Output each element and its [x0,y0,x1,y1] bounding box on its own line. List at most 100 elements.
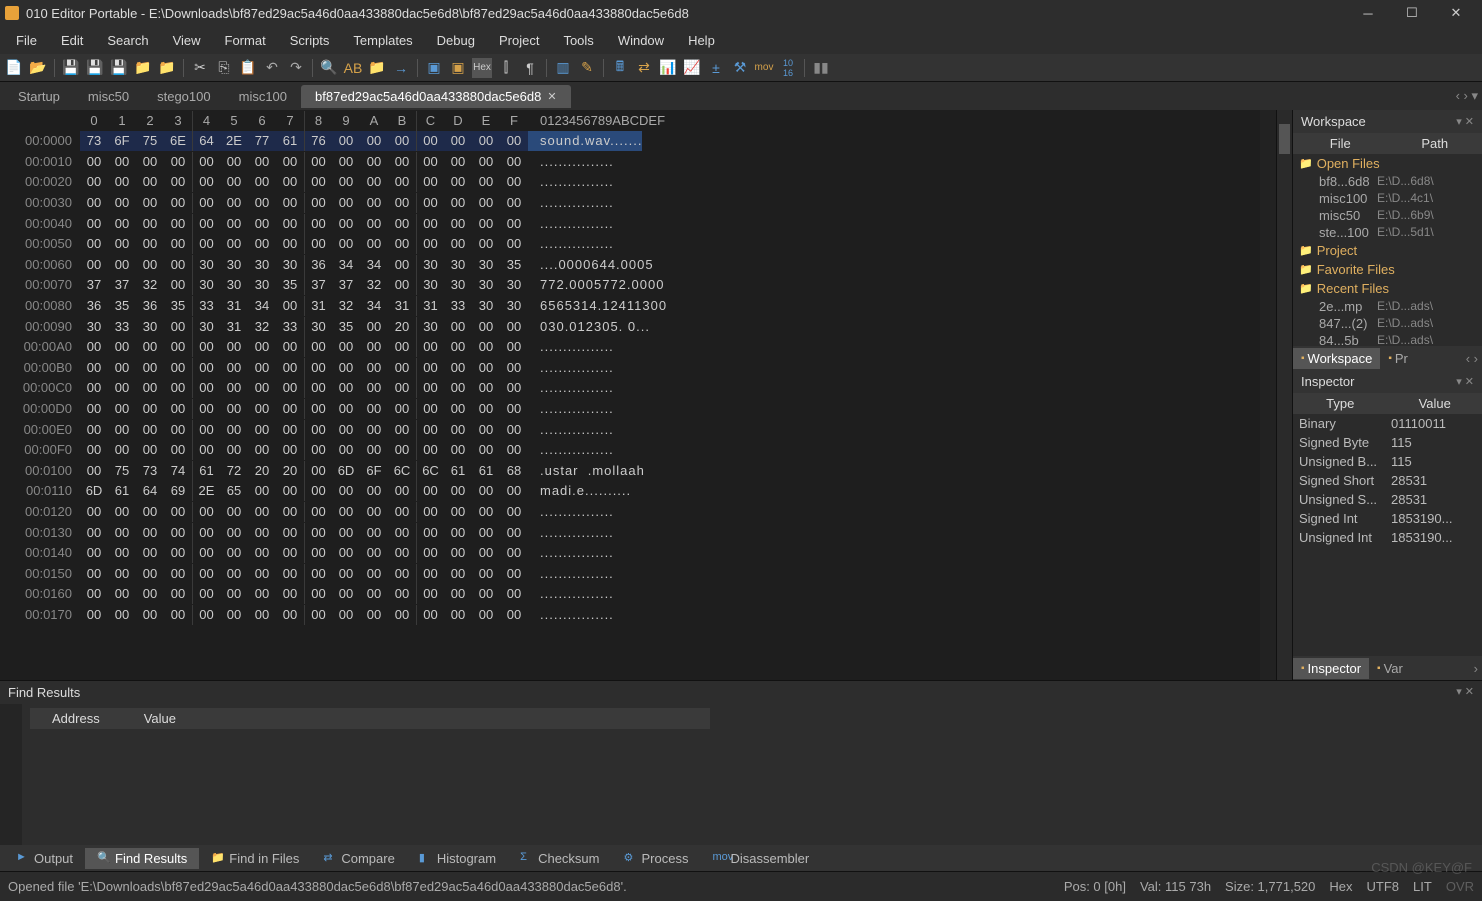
text-mode-icon[interactable]: ⫿ [496,58,516,78]
hex-row[interactable]: 00:0070373732003030303537373200303030307… [0,275,1260,296]
menu-scripts[interactable]: Scripts [278,30,342,51]
menu-file[interactable]: File [4,30,49,51]
menu-debug[interactable]: Debug [425,30,487,51]
menu-tools[interactable]: Tools [551,30,605,51]
inspector-row[interactable]: Unsigned Int1853190... [1293,528,1482,547]
tree-group[interactable]: Recent Files [1293,279,1482,298]
col-address[interactable]: Address [30,708,122,729]
compare-icon[interactable]: ⇄ [634,58,654,78]
panel-tab[interactable]: Pr [1380,348,1416,369]
ascii[interactable]: 6565314.12411300 [528,296,667,316]
bottom-tab-disassembler[interactable]: movDisassembler [700,848,821,869]
file-tab[interactable]: stego100 [143,84,225,108]
save-icon[interactable]: 💾 [61,58,81,78]
col-value[interactable]: Value [122,708,198,729]
tree-item[interactable]: misc50E:\D...6b9\ [1293,207,1482,224]
bottom-tab-find-results[interactable]: 🔍Find Results [85,848,199,869]
calc-icon[interactable]: 🖩 [610,58,630,78]
tree-item[interactable]: 2e...mpE:\D...ads\ [1293,298,1482,315]
hex-editor[interactable]: 0123456789ABCDEF 0123456789ABCDEF 00:000… [0,110,1260,680]
ascii[interactable]: ................ [528,234,614,254]
open-folder-icon[interactable]: 📁 [133,58,153,78]
hex-row[interactable]: 00:00F000000000000000000000000000000000.… [0,440,1260,461]
ascii[interactable]: ................ [528,214,614,234]
status-enc[interactable]: Hex [1329,879,1352,894]
ascii[interactable]: ................ [528,358,614,378]
inspector-row[interactable]: Signed Int1853190... [1293,509,1482,528]
bookmark-icon[interactable]: ▣ [424,58,444,78]
tree-item[interactable]: ste...100E:\D...5d1\ [1293,224,1482,241]
ascii[interactable]: ................ [528,543,614,563]
hex-row[interactable]: 00:00C000000000000000000000000000000000.… [0,378,1260,399]
minimize-button[interactable]: ─ [1346,0,1390,26]
copy-icon[interactable]: ⎘ [214,58,234,78]
bottom-tab-find-in-files[interactable]: 📁Find in Files [199,848,311,869]
tab-nav-right[interactable]: › [1470,661,1482,676]
hex-row[interactable]: 00:004000000000000000000000000000000000.… [0,213,1260,234]
hex-row[interactable]: 00:002000000000000000000000000000000000.… [0,172,1260,193]
highlight-icon[interactable]: ▣ [448,58,468,78]
paste-icon[interactable]: 📋 [238,58,258,78]
tree-item[interactable]: 847...(2)E:\D...ads\ [1293,315,1482,332]
ascii[interactable]: ................ [528,399,614,419]
hex-row[interactable]: 00:015000000000000000000000000000000000.… [0,563,1260,584]
disasm-icon[interactable]: mov [754,58,774,78]
bottom-tab-compare[interactable]: ⇄Compare [311,848,406,869]
ascii[interactable]: ................ [528,605,614,625]
menu-search[interactable]: Search [95,30,160,51]
ascii[interactable]: madi.e.......... [528,481,631,501]
tree-item[interactable]: bf8...6d8E:\D...6d8\ [1293,173,1482,190]
status-endian[interactable]: LIT [1413,879,1432,894]
hex-row[interactable]: 00:00E000000000000000000000000000000000.… [0,419,1260,440]
file-tab[interactable]: bf87ed29ac5a46d0aa433880dac5e6d8✕ [301,85,571,108]
ascii[interactable]: ................ [528,337,614,357]
goto-icon[interactable]: → [391,58,411,78]
workspace-tree[interactable]: Open Filesbf8...6d8E:\D...6d8\misc100E:\… [1293,154,1482,346]
column-icon[interactable]: ▥ [553,58,573,78]
status-charset[interactable]: UTF8 [1367,879,1400,894]
run-script-icon[interactable]: 1016 [778,58,798,78]
inspector-row[interactable]: Signed Short28531 [1293,471,1482,490]
edit-icon[interactable]: ✎ [577,58,597,78]
menu-format[interactable]: Format [213,30,278,51]
panel-tab[interactable]: Var [1369,658,1411,679]
hex-row[interactable]: 00:01106D6164692E6500000000000000000000m… [0,481,1260,502]
inspector-row[interactable]: Unsigned S...28531 [1293,490,1482,509]
find-icon[interactable]: 🔍 [319,58,339,78]
new-file-icon[interactable]: 📄 [4,58,24,78]
inspector-row[interactable]: Signed Byte115 [1293,433,1482,452]
ascii[interactable]: ................ [528,440,614,460]
bottom-tab-checksum[interactable]: ΣChecksum [508,848,611,869]
hex-row[interactable]: 00:00D000000000000000000000000000000000.… [0,399,1260,420]
scrollbar-thumb[interactable] [1279,124,1290,154]
hex-row[interactable]: 00:013000000000000000000000000000000000.… [0,522,1260,543]
tab-nav-right[interactable]: ‹ › [1462,351,1482,366]
bottom-tab-process[interactable]: ⚙Process [612,848,701,869]
ops-icon[interactable]: ± [706,58,726,78]
menu-help[interactable]: Help [676,30,727,51]
hex-row[interactable]: 00:0000736F756E642E77617600000000000000s… [0,131,1260,152]
find-in-files-icon[interactable]: 📁 [367,58,387,78]
ascii[interactable]: 030.012305. 0... [528,317,650,337]
hex-row[interactable]: 00:006000000000303030303634340030303035.… [0,255,1260,276]
inspector-row[interactable]: Binary01110011 [1293,414,1482,433]
tree-item[interactable]: 84...5bE:\D...ads\ [1293,332,1482,346]
file-tab[interactable]: Startup [4,84,74,108]
histogram-icon[interactable]: 📊 [658,58,678,78]
hex-row[interactable]: 00:016000000000000000000000000000000000.… [0,584,1260,605]
scrollbar-vertical[interactable] [1276,110,1292,680]
pin-icon[interactable]: ▾ ✕ [1456,115,1474,128]
hex-row[interactable]: 00:017000000000000000000000000000000000.… [0,605,1260,626]
menu-view[interactable]: View [161,30,213,51]
find-string-icon[interactable]: AB [343,58,363,78]
cut-icon[interactable]: ✂ [190,58,210,78]
tree-group[interactable]: Favorite Files [1293,260,1482,279]
menu-project[interactable]: Project [487,30,551,51]
ascii[interactable]: ................ [528,564,614,584]
tree-group[interactable]: Open Files [1293,154,1482,173]
tree-item[interactable]: misc100E:\D...4c1\ [1293,190,1482,207]
panel-tab[interactable]: Workspace [1293,348,1380,369]
file-tab[interactable]: misc50 [74,84,143,108]
panel-tab[interactable]: Inspector [1293,658,1369,679]
file-tab[interactable]: misc100 [225,84,301,108]
